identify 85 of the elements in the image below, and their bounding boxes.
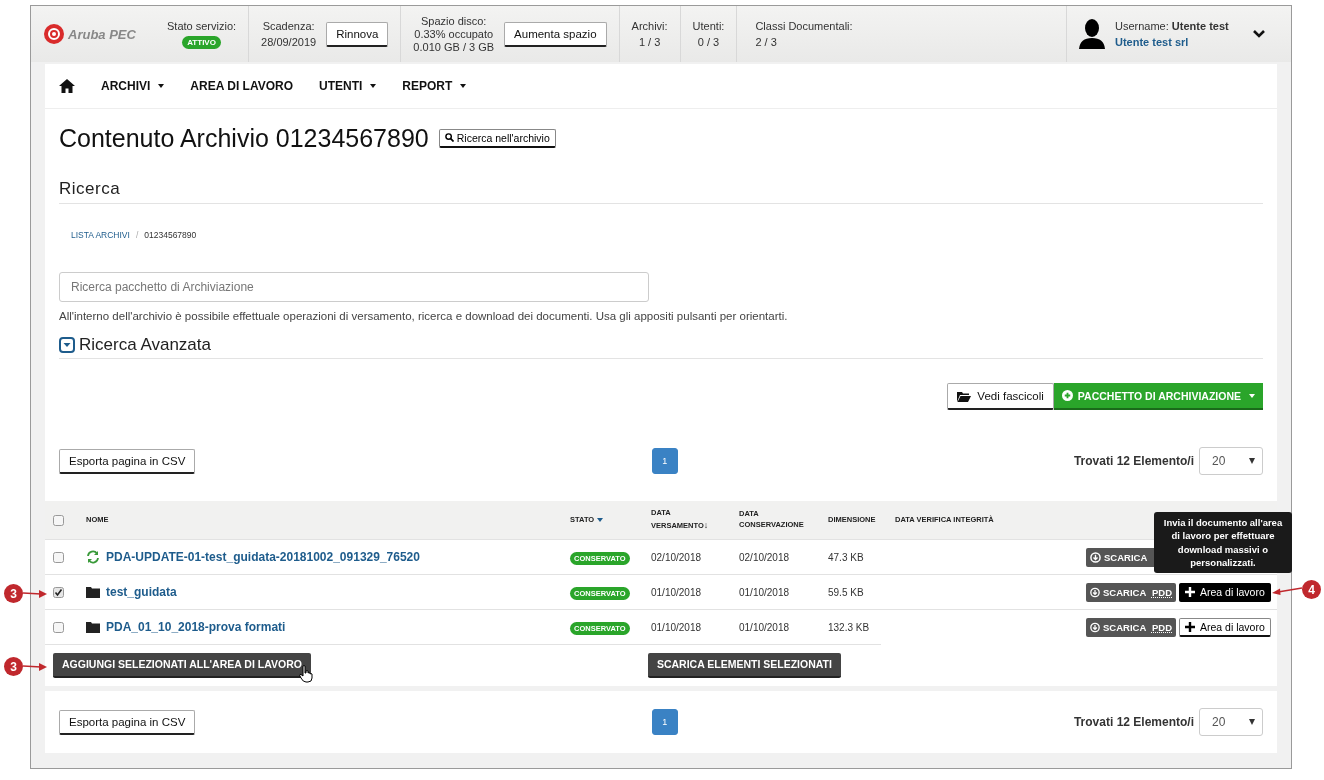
- download-selected-button[interactable]: SCARICA ELEMENTI SELEZIONATI: [647, 652, 841, 678]
- nav-menu[interactable]: REPORT: [402, 79, 467, 93]
- checkbox[interactable]: [53, 514, 64, 526]
- user-avatar-icon: [1079, 19, 1105, 49]
- disk-usage: 0.33% occupato: [414, 28, 494, 40]
- download-pdd-button[interactable]: SCARICA PDD: [1086, 617, 1176, 637]
- export-csv-button[interactable]: Esporta pagina in CSV: [59, 709, 196, 735]
- page-size-select[interactable]: 20: [1199, 708, 1263, 736]
- breadcrumb-link[interactable]: LISTA ARCHIVI: [71, 230, 130, 250]
- add-selected-button[interactable]: AGGIUNGI SELEZIONATI ALL'AREA DI LAVORO: [53, 652, 311, 678]
- help-text: All'interno dell'archivio è possibile effettuale operazioni di versamento, ricerca e download dei documenti. Usa gli appositi pulsanti per orientarti.: [59, 310, 789, 322]
- counter-value: 0 / 3: [697, 36, 720, 48]
- company-link[interactable]: Utente test srl: [1115, 36, 1189, 48]
- home-icon[interactable]: [59, 79, 75, 93]
- area-button[interactable]: Area di lavoro: [1179, 582, 1271, 602]
- counter-value: 1 / 3: [638, 36, 661, 48]
- nav-menu[interactable]: UTENTI: [319, 79, 377, 93]
- table-cell-text: 01/10/2018: [651, 621, 703, 633]
- counter-value: 2 / 3: [755, 36, 777, 48]
- checkbox[interactable]: [53, 551, 64, 563]
- sync-icon: [86, 550, 100, 564]
- package-link[interactable]: test_guidata: [106, 585, 177, 599]
- renew-button[interactable]: Rinnova: [326, 21, 389, 47]
- expiry-label: Scadenza:: [262, 20, 315, 32]
- folder-icon: [86, 586, 100, 598]
- search-icon: [444, 133, 454, 142]
- results-count: Trovati 12 Elemento/i: [1073, 715, 1194, 729]
- folder-icon: [957, 390, 972, 402]
- increase-space-button[interactable]: Aumenta spazio: [504, 21, 607, 47]
- chevron-down-icon[interactable]: [1252, 30, 1265, 38]
- arrow-icon: [23, 588, 47, 599]
- status-badge: ATTIVO: [182, 35, 221, 49]
- callout-number: 3: [4, 657, 23, 676]
- table-cell-text: 01/10/2018: [651, 586, 703, 598]
- search-field[interactable]: Ricerca pacchetto di Archiviazione: [59, 272, 649, 302]
- table-cell-text: 59.5 KB: [828, 586, 865, 598]
- table-cell-text: 01/10/2018: [739, 586, 791, 598]
- folder-icon: [86, 621, 100, 633]
- table-cell-text: 132.3 KB: [828, 621, 871, 633]
- logo-icon: [43, 23, 65, 45]
- results-count: Trovati 12 Elemento/i: [1073, 454, 1194, 468]
- checkbox[interactable]: [53, 621, 64, 633]
- package-link[interactable]: PDA_01_10_2018-prova formati: [106, 620, 286, 634]
- arrow-icon: [23, 661, 47, 672]
- page-size-select[interactable]: 20: [1199, 447, 1263, 475]
- plus-icon: [1185, 586, 1195, 597]
- status-label: Stato servizio:: [167, 19, 237, 32]
- plus-circle-icon: [1061, 390, 1073, 401]
- counter-label: Utenti:: [692, 20, 725, 32]
- export-csv-button[interactable]: Esporta pagina in CSV: [59, 448, 196, 474]
- advanced-search-title[interactable]: Ricerca Avanzata: [79, 335, 211, 355]
- page-button[interactable]: 1: [651, 709, 678, 735]
- page-title: Contenuto Archivio 01234567890: [59, 123, 429, 153]
- disk-amount: 0.010 GB / 3 GB: [413, 41, 495, 53]
- counter-label: Archivi:: [631, 20, 668, 32]
- callout-number: 3: [4, 584, 23, 603]
- download-pdd-button[interactable]: SCARICA PDD: [1086, 582, 1176, 602]
- archive-search-button[interactable]: Ricerca nell'archivio: [438, 128, 556, 148]
- table-cell-text: 02/10/2018: [739, 551, 791, 563]
- arrow-icon: [1272, 584, 1302, 595]
- area-button[interactable]: Area di lavoro: [1179, 617, 1271, 637]
- logo-text: Aruba PEC: [68, 26, 136, 42]
- download-icon: [1090, 586, 1100, 598]
- breadcrumb-current: 01234567890: [144, 230, 197, 242]
- download-icon: [1090, 551, 1101, 563]
- counter-label: Classi Documentali:: [755, 20, 853, 32]
- tooltip: Invia il documento all'area di lavoro per effettuare download massivi o personalizzati.: [1154, 512, 1292, 574]
- nav-menu[interactable]: ARCHIVI: [101, 79, 165, 93]
- disk-label: Spazio disco:: [421, 15, 487, 27]
- download-icon: [1090, 621, 1100, 633]
- folders-button[interactable]: Vedi fascicoli: [947, 383, 1054, 410]
- username-text: Username: Utente test: [1115, 20, 1229, 32]
- breadcrumb-separator: /: [135, 230, 139, 242]
- expiry-date: 28/09/2019: [261, 36, 317, 48]
- checkbox[interactable]: [53, 586, 64, 598]
- package-link[interactable]: PDA-UPDATE-01-test_guidata-20181002_091329_76520: [106, 550, 420, 564]
- table-cell-text: 47.3 KB: [828, 551, 865, 563]
- table-cell-text: 01/10/2018: [739, 621, 791, 633]
- table-cell-text: 02/10/2018: [651, 551, 703, 563]
- section-title: Ricerca: [59, 179, 1263, 204]
- plus-icon: [1185, 621, 1195, 632]
- page-button[interactable]: 1: [651, 448, 678, 474]
- nav-link[interactable]: AREA DI LAVORO: [190, 79, 293, 93]
- callout-number: 4: [1302, 580, 1321, 599]
- expand-icon[interactable]: [59, 337, 75, 353]
